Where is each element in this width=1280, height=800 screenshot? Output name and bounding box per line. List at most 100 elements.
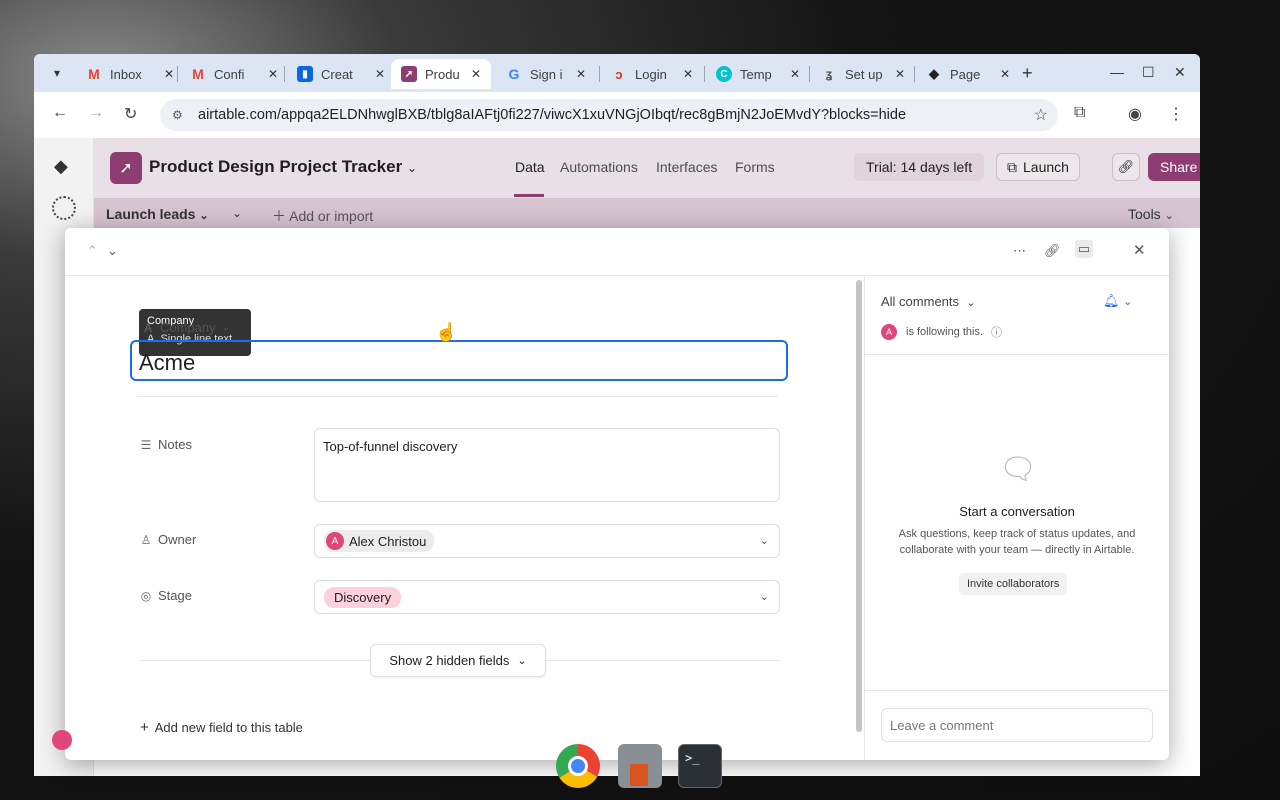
comments-filter[interactable]: All comments ⌄	[881, 294, 975, 309]
owner-chip: A Alex Christou	[324, 530, 435, 552]
close-icon[interactable]: ✕	[471, 67, 481, 81]
reload-icon[interactable]: ↻	[124, 104, 137, 124]
back-arrow-icon[interactable]: ←	[52, 104, 68, 122]
divider	[138, 396, 778, 397]
terminal-dock-icon[interactable]: >_	[678, 744, 722, 788]
new-tab-plus-icon[interactable]: +	[1022, 63, 1033, 84]
single-select-icon: ◎	[140, 588, 152, 603]
chrome-dock-icon[interactable]	[556, 744, 600, 788]
minimize-icon[interactable]: —	[1110, 64, 1124, 80]
browser-toolbar: ← → ↻ ⚙ airtable.com/appqa2ELDNhwglBXB/t…	[34, 92, 1200, 138]
chevron-down-icon: ⌄	[759, 591, 769, 603]
profile-icon[interactable]: ◉	[1128, 104, 1142, 124]
stage-select[interactable]: Discovery ⌄	[314, 580, 780, 614]
close-icon[interactable]: ✕	[375, 67, 385, 81]
add-new-field-button[interactable]: + Add new field to this table	[140, 719, 303, 736]
trello-icon: ▮	[297, 66, 313, 82]
login-icon: ↄ	[615, 66, 623, 82]
divider	[865, 354, 1169, 355]
empty-state-title: Start a conversation	[959, 504, 1075, 519]
chevron-down-icon: ⌄	[221, 322, 231, 333]
record-expanded-modal: ⌃ ⌄ ⋯ 🔗︎ ▭ ✕ Company A Single line text …	[65, 228, 1169, 760]
tools-button[interactable]: Tools ⌄	[1128, 206, 1174, 222]
user-avatar-icon[interactable]	[52, 730, 72, 750]
close-icon[interactable]: ✕	[683, 67, 693, 81]
nav-interfaces[interactable]: Interfaces	[656, 159, 717, 175]
add-import-button[interactable]: ＋ Add or import	[272, 206, 373, 226]
launch-button[interactable]: ⧉ Launch	[996, 153, 1080, 181]
base-title[interactable]: Product Design Project Tracker ⌄	[149, 157, 417, 177]
company-input[interactable]: Acme	[130, 340, 788, 381]
avatar: A	[326, 532, 344, 550]
add-field-label: Add new field to this table	[154, 720, 303, 735]
browser-menu-icon[interactable]: ⋮	[1168, 104, 1184, 124]
tab-temp[interactable]: C Temp ✕	[706, 59, 800, 89]
table-tab[interactable]: Launch leads ⌄	[106, 206, 209, 222]
tab-page[interactable]: ◆ Page ✕	[916, 59, 1010, 89]
notes-textarea[interactable]: Top-of-funnel discovery	[314, 428, 780, 502]
owner-select[interactable]: A Alex Christou ⌄	[314, 524, 780, 558]
google-icon: G	[508, 66, 520, 82]
extensions-icon[interactable]: ⧉	[1074, 104, 1085, 122]
stage-label-text: Stage	[158, 588, 192, 603]
more-options-icon[interactable]: ⋯	[1013, 243, 1026, 259]
stage-field-label: ◎ Stage	[140, 588, 192, 603]
avatar: A	[881, 324, 897, 340]
chevron-down-icon[interactable]: ⌄	[107, 243, 118, 259]
copy-link-icon[interactable]: 🔗︎	[1112, 153, 1140, 181]
chevron-down-icon: ⌄	[1164, 210, 1174, 222]
close-icon[interactable]: ✕	[164, 67, 174, 81]
forward-arrow-icon[interactable]: →	[88, 104, 104, 122]
tables-dropdown-icon[interactable]: ⌄	[232, 206, 242, 220]
close-icon[interactable]: ✕	[268, 67, 278, 81]
trial-badge[interactable]: Trial: 14 days left	[854, 153, 985, 181]
comment-input[interactable]: Leave a comment	[881, 708, 1153, 742]
user-icon: ♙	[140, 532, 152, 547]
fields-scrollbar[interactable]	[856, 280, 862, 732]
window-close-icon[interactable]: ✕	[1174, 64, 1186, 81]
company-field-label[interactable]: A Company ⌄	[142, 320, 230, 335]
close-icon[interactable]: ✕	[790, 67, 800, 81]
nav-automations[interactable]: Automations	[560, 159, 638, 175]
address-bar[interactable]: ⚙ airtable.com/appqa2ELDNhwglBXB/tblg8aI…	[160, 99, 1058, 131]
maximize-icon[interactable]: ☐	[1142, 64, 1155, 81]
copy-record-link-icon[interactable]: 🔗︎	[1044, 243, 1061, 259]
long-text-icon: ☰	[140, 437, 152, 452]
tab-creat[interactable]: ▮ Creat ✕	[287, 59, 385, 89]
nav-active-underline	[514, 194, 544, 197]
tab-search-chevron-icon[interactable]: ▾	[44, 62, 70, 84]
info-icon[interactable]: ⓘ	[991, 324, 1002, 340]
share-button[interactable]: Share	[1148, 153, 1200, 181]
tab-inbox[interactable]: M Inbox ✕	[76, 59, 174, 89]
invite-collaborators-button[interactable]: Invite collaborators	[959, 573, 1068, 595]
follow-status: A is following this. ⓘ	[881, 324, 1002, 340]
close-icon[interactable]: ✕	[895, 67, 905, 81]
tab-produ[interactable]: ➚ Produ ✕	[391, 59, 491, 89]
chevron-up-icon[interactable]: ⌃	[87, 243, 98, 259]
close-icon[interactable]: ✕	[576, 67, 586, 81]
nav-forms[interactable]: Forms	[735, 159, 775, 175]
comments-toggle-icon[interactable]: ▭	[1075, 240, 1093, 258]
bookmark-star-icon[interactable]: ☆	[1034, 105, 1048, 125]
notes-label-text: Notes	[158, 437, 192, 452]
gmail-icon: M	[88, 66, 100, 82]
omni-icon[interactable]	[52, 196, 76, 220]
nav-data[interactable]: Data	[515, 159, 545, 175]
table-tab-label: Launch leads	[106, 206, 196, 222]
show-hidden-fields-button[interactable]: Show 2 hidden fields ⌄	[370, 644, 546, 677]
chevron-down-icon: ⌄	[517, 655, 527, 667]
site-info-icon[interactable]: ⚙	[172, 108, 188, 122]
chevron-down-icon: ⌄	[1123, 296, 1133, 308]
tab-sign-in[interactable]: G Sign i ✕	[496, 59, 587, 89]
close-icon[interactable]: ✕	[1000, 67, 1010, 81]
stage-chip: Discovery	[324, 586, 402, 608]
airtable-home-icon[interactable]: ◆	[54, 156, 68, 177]
close-icon[interactable]: ✕	[1133, 241, 1146, 259]
chevron-down-icon: ⌄	[759, 535, 769, 547]
company-label-text: Company	[160, 320, 216, 335]
tab-login[interactable]: ↄ Login ✕	[601, 59, 693, 89]
tab-confi[interactable]: M Confi ✕	[180, 59, 278, 89]
tab-set-up[interactable]: ʓ Set up ✕	[811, 59, 905, 89]
notification-bell-icon[interactable]: 🔔︎ ⌄	[1103, 293, 1132, 309]
app-dock-icon[interactable]	[618, 744, 662, 788]
